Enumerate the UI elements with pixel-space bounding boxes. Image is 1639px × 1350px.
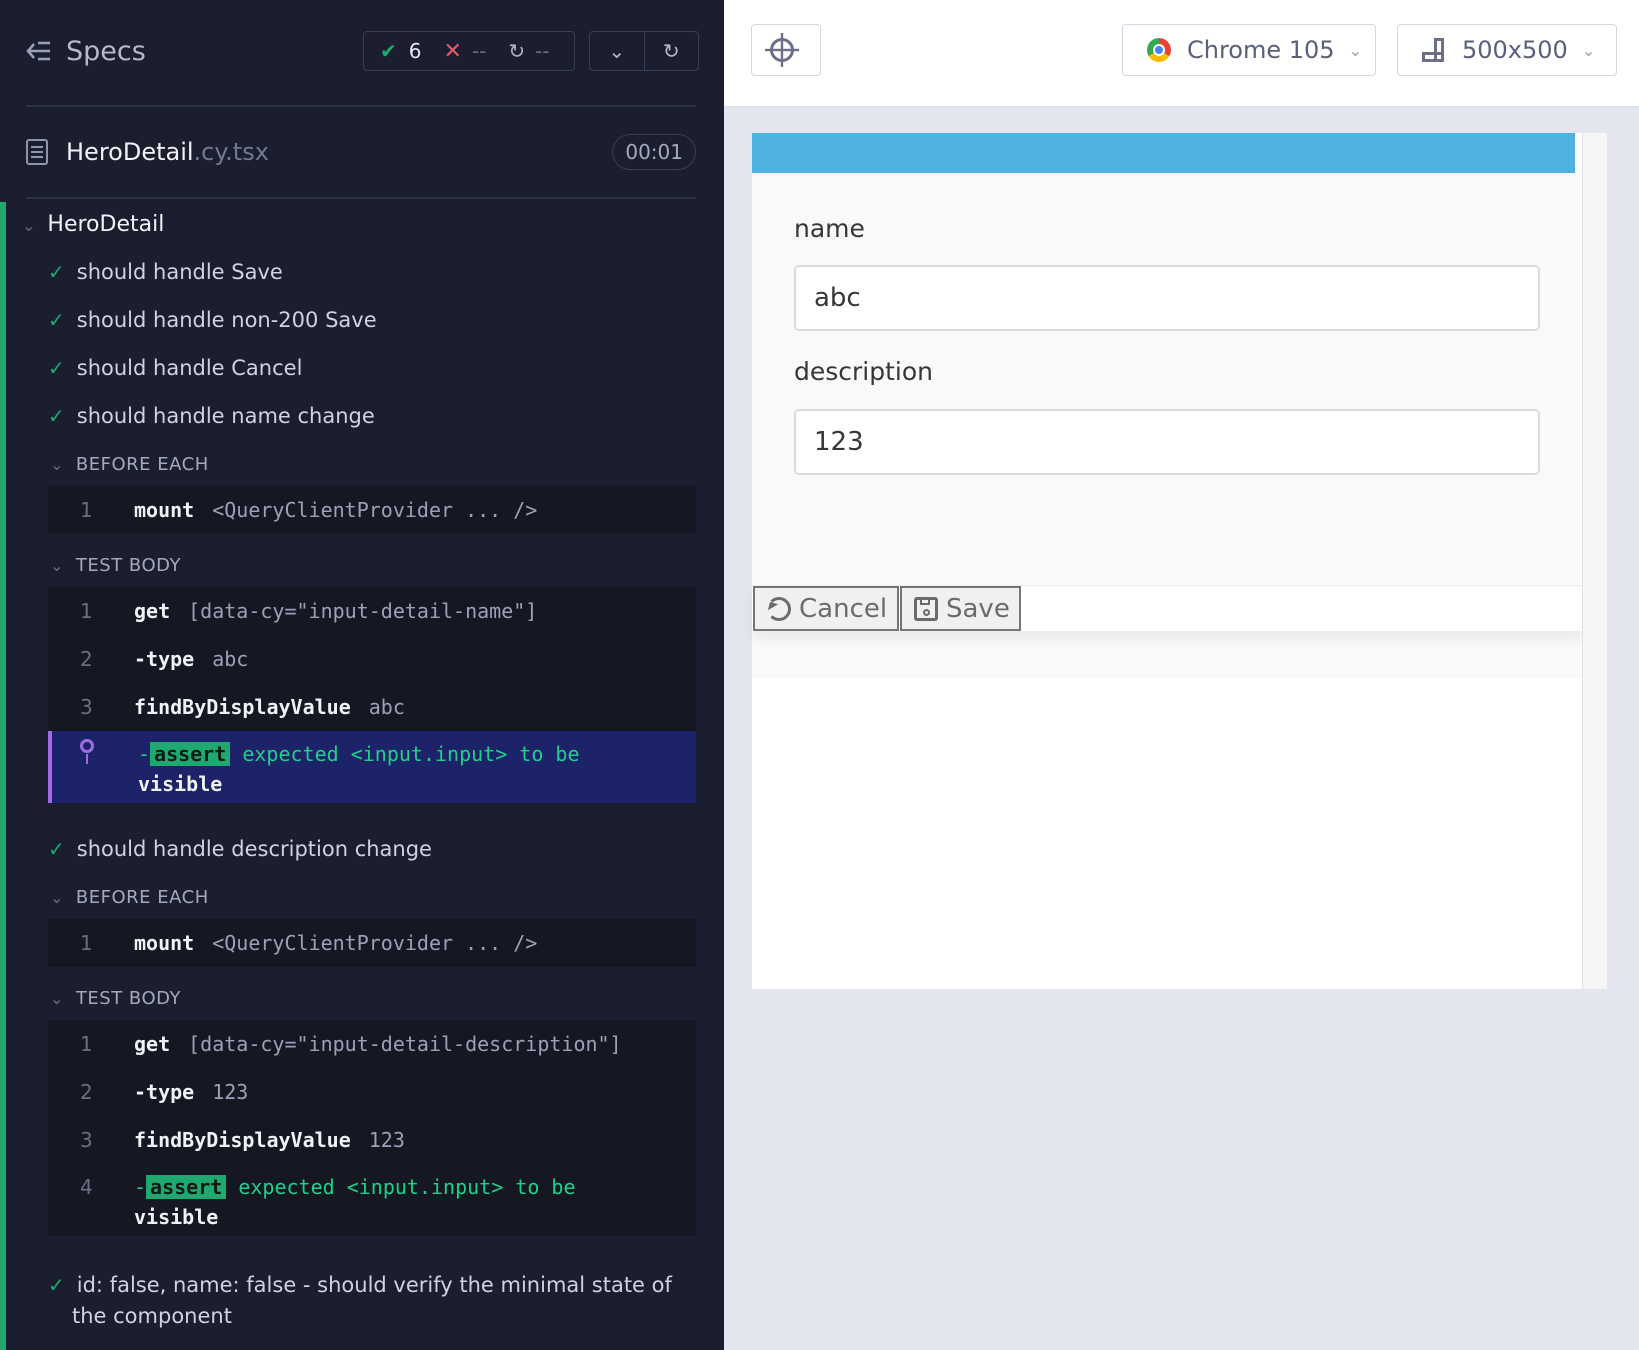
pass-check-icon: ✓ bbox=[48, 1273, 65, 1297]
header-band bbox=[752, 133, 1575, 173]
chevron-down-icon: ⌄ bbox=[50, 888, 64, 907]
chevron-down-icon: ⌄ bbox=[50, 455, 64, 474]
test-item[interactable]: ✓ should handle name change bbox=[48, 404, 375, 428]
test-item[interactable]: ✓ id: false, name: false - should verify … bbox=[48, 1270, 712, 1332]
test-item[interactable]: ✓ should handle Save bbox=[48, 260, 283, 284]
save-icon bbox=[914, 596, 938, 621]
save-button[interactable]: Save bbox=[900, 586, 1021, 631]
failed-count: -- bbox=[471, 39, 487, 63]
reporter-controls: ⌄ ↻ bbox=[589, 31, 699, 71]
pending-count: -- bbox=[535, 39, 550, 63]
spec-file-header: HeroDetail.cy.tsx 00:01 bbox=[26, 134, 696, 174]
ruler-icon bbox=[1422, 38, 1446, 62]
hero-detail-card: name abc description 123 Cancel Save bbox=[752, 173, 1583, 678]
pass-check-icon: ✓ bbox=[48, 260, 65, 284]
description-label: description bbox=[794, 357, 934, 386]
spec-duration: 00:01 bbox=[612, 134, 696, 170]
pass-check-icon: ✓ bbox=[48, 308, 65, 332]
command-row[interactable]: 1 get [data-cy="input-detail-description"… bbox=[48, 1020, 696, 1068]
command-row[interactable]: 1 get [data-cy="input-detail-name"] bbox=[48, 587, 696, 635]
command-list: 1 get [data-cy="input-detail-name"] 2 -ty… bbox=[48, 587, 696, 803]
chevron-down-icon: ⌄ bbox=[50, 556, 64, 575]
runner-toolbar: Chrome 105 ⌄ 500x500 ⌄ bbox=[724, 0, 1639, 107]
selector-playground-button[interactable] bbox=[751, 24, 821, 76]
hook-test-body[interactable]: ⌄ TEST BODY bbox=[50, 988, 181, 1009]
description-input[interactable]: 123 bbox=[794, 409, 1540, 475]
pass-check-icon: ✓ bbox=[48, 356, 65, 380]
assert-text: - assert expected <input.input> to be vis… bbox=[134, 1175, 576, 1229]
chevron-down-icon: ⌄ bbox=[1348, 40, 1362, 60]
test-item[interactable]: ✓ should handle description change bbox=[48, 837, 432, 861]
pass-check-icon: ✓ bbox=[48, 837, 65, 861]
hook-before-each[interactable]: ⌄ BEFORE EACH bbox=[50, 454, 209, 475]
test-item[interactable]: ✓ should handle Cancel bbox=[48, 356, 302, 380]
command-row[interactable]: 4 - assert expected <input.input> to be v… bbox=[48, 1164, 696, 1236]
assert-text: - assert expected <input.input> to be vis… bbox=[138, 742, 580, 796]
divider bbox=[26, 197, 696, 199]
test-stats: ✔ 6 ✕ -- ↻ -- bbox=[363, 31, 575, 71]
command-row-pinned[interactable]: - assert expected <input.input> to be vis… bbox=[48, 731, 696, 803]
chevron-down-icon: ⌄ bbox=[1581, 40, 1596, 60]
viewport-label: 500x500 bbox=[1462, 36, 1568, 64]
passed-check-icon: ✔ bbox=[380, 39, 397, 63]
chrome-icon bbox=[1147, 38, 1171, 62]
command-row[interactable]: 1 mount <QueryClientProvider ... /> bbox=[48, 486, 696, 534]
browser-label: Chrome 105 bbox=[1187, 36, 1335, 64]
suite-title[interactable]: ⌄ HeroDetail bbox=[22, 212, 164, 237]
chevron-down-icon: ⌄ bbox=[50, 989, 64, 1008]
command-row[interactable]: 3 findByDisplayValue 123 bbox=[48, 1116, 696, 1164]
hook-test-body[interactable]: ⌄ TEST BODY bbox=[50, 555, 181, 576]
crosshair-icon bbox=[770, 38, 794, 62]
reporter-panel: Specs ✔ 6 ✕ -- ↻ -- ⌄ ↻ HeroDetail.cy.ts… bbox=[0, 0, 724, 1350]
command-row[interactable]: 3 findByDisplayValue abc bbox=[48, 683, 696, 731]
document-icon bbox=[26, 139, 48, 165]
pin-icon[interactable] bbox=[80, 739, 94, 764]
divider bbox=[26, 105, 696, 107]
reporter-header: Specs ✔ 6 ✕ -- ↻ -- ⌄ ↻ bbox=[26, 26, 699, 78]
pending-spinner-icon: ↻ bbox=[508, 39, 526, 63]
spec-file-name[interactable]: HeroDetail.cy.tsx bbox=[66, 138, 269, 166]
viewport-select[interactable]: 500x500 ⌄ bbox=[1397, 24, 1617, 76]
collapse-chevron-icon[interactable]: ⌄ bbox=[590, 32, 644, 70]
app-under-test: name abc description 123 Cancel Save bbox=[752, 133, 1607, 989]
command-row[interactable]: 1 mount <QueryClientProvider ... /> bbox=[48, 919, 696, 967]
suite-status-bar bbox=[0, 202, 6, 1350]
specs-link[interactable]: Specs bbox=[66, 36, 146, 67]
back-arrow-icon[interactable] bbox=[26, 40, 52, 62]
name-input[interactable]: abc bbox=[794, 265, 1540, 331]
rerun-icon[interactable]: ↻ bbox=[643, 32, 699, 70]
pass-check-icon: ✓ bbox=[48, 404, 65, 428]
chevron-down-icon: ⌄ bbox=[22, 216, 36, 235]
test-item[interactable]: ✓ should handle non-200 Save bbox=[48, 308, 377, 332]
cancel-button[interactable]: Cancel bbox=[753, 586, 899, 631]
command-list: 1 mount <QueryClientProvider ... /> bbox=[48, 486, 696, 534]
browser-select[interactable]: Chrome 105 ⌄ bbox=[1122, 24, 1376, 76]
hook-before-each[interactable]: ⌄ BEFORE EACH bbox=[50, 887, 209, 908]
passed-count: 6 bbox=[408, 39, 422, 63]
scrollbar[interactable] bbox=[1582, 133, 1607, 989]
undo-icon bbox=[767, 596, 791, 621]
command-list: 1 mount <QueryClientProvider ... /> bbox=[48, 919, 696, 967]
command-row[interactable]: 2 -type 123 bbox=[48, 1068, 696, 1116]
command-list: 1 get [data-cy="input-detail-description"… bbox=[48, 1020, 696, 1236]
name-label: name bbox=[794, 214, 865, 243]
card-footer: Cancel Save bbox=[752, 585, 1583, 631]
command-row[interactable]: 2 -type abc bbox=[48, 635, 696, 683]
failed-x-icon: ✕ bbox=[443, 38, 462, 64]
